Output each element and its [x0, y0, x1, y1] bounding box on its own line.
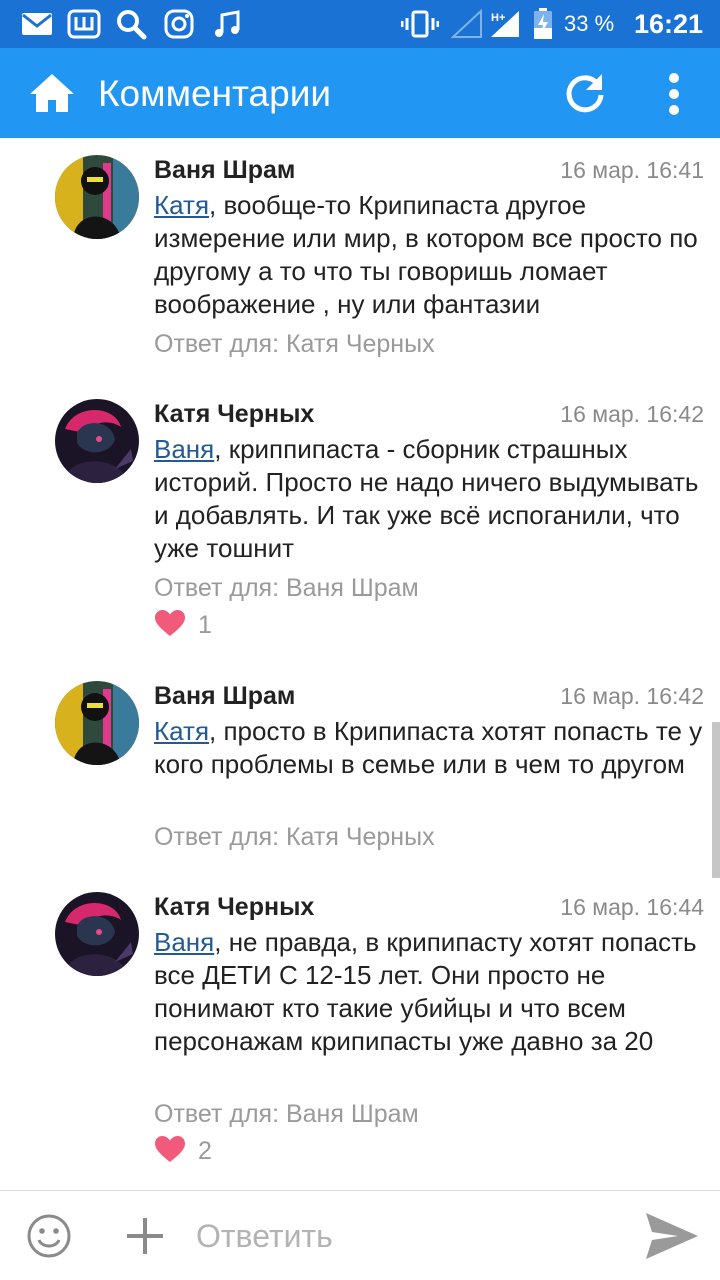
reply-input[interactable]	[196, 1211, 616, 1261]
mention-link[interactable]: Катя	[154, 190, 209, 220]
app-bar: Комментарии	[0, 48, 720, 138]
app-notification-icon	[66, 8, 102, 40]
comment-time: 16 мар. 16:42	[560, 683, 704, 709]
avatar[interactable]	[55, 681, 139, 765]
plus-icon[interactable]	[124, 1215, 166, 1257]
page-title: Комментарии	[98, 73, 332, 114]
comment-body: , не правда, в крипипасту хотят попасть …	[154, 927, 697, 1056]
comment-body: , криппипаста - сборник страшных историй…	[154, 434, 699, 563]
emoji-icon[interactable]	[26, 1213, 72, 1259]
send-icon[interactable]	[644, 1211, 700, 1261]
avatar[interactable]	[55, 155, 139, 239]
comment-text: Ваня, криппипаста - сборник страшных ист…	[154, 433, 704, 565]
reply-to-label[interactable]: Ответ для: Катя Черных	[154, 822, 435, 852]
like-button[interactable]: 2	[154, 1135, 212, 1167]
battery-icon	[532, 8, 554, 40]
comment-text: Ваня, не правда, в крипипасту хотят попа…	[154, 926, 704, 1058]
music-icon	[210, 8, 244, 40]
comment-time: 16 мар. 16:41	[560, 157, 704, 183]
comment-text: Катя, вообще-то Крипипаста другое измере…	[154, 189, 704, 321]
heart-icon	[154, 1135, 186, 1168]
more-vert-icon[interactable]	[654, 69, 694, 119]
mail-icon	[20, 8, 54, 40]
search-icon	[114, 8, 148, 40]
clock: 16:21	[634, 9, 704, 39]
refresh-icon[interactable]	[560, 69, 610, 119]
mention-link[interactable]: Ваня	[154, 434, 214, 464]
comment-text: Катя, просто в Крипипаста хотят попасть …	[154, 715, 704, 781]
comment-body: , просто в Крипипаста хотят попасть те у…	[154, 716, 703, 779]
like-count: 2	[198, 1136, 212, 1165]
vibrate-icon	[400, 8, 440, 40]
reply-to-label[interactable]: Ответ для: Ваня Шрам	[154, 573, 419, 603]
reply-to-label[interactable]: Ответ для: Ваня Шрам	[154, 1099, 419, 1129]
instagram-icon	[162, 8, 196, 40]
mention-link[interactable]: Ваня	[154, 927, 214, 957]
home-icon[interactable]	[28, 72, 76, 114]
comment-author[interactable]: Катя Черных	[154, 399, 314, 429]
comment-author[interactable]: Ваня Шрам	[154, 155, 295, 185]
signal-empty-icon	[450, 8, 484, 40]
reply-to-label[interactable]: Ответ для: Катя Черных	[154, 329, 435, 359]
avatar[interactable]	[55, 399, 139, 483]
battery-percent: 33 %	[564, 11, 615, 36]
like-button[interactable]: 1	[154, 609, 212, 641]
signal-hplus-icon: H+	[488, 8, 522, 40]
like-count: 1	[198, 610, 212, 639]
avatar[interactable]	[55, 892, 139, 976]
comment-time: 16 мар. 16:42	[560, 401, 704, 427]
comment-body: , вообще-то Крипипаста другое измерение …	[154, 190, 698, 319]
comment-author[interactable]: Катя Черных	[154, 892, 314, 922]
heart-icon	[154, 609, 186, 642]
mention-link[interactable]: Катя	[154, 716, 209, 746]
svg-text:H+: H+	[491, 12, 505, 24]
comment-author[interactable]: Ваня Шрам	[154, 681, 295, 711]
status-bar: H+ 33 % 16:21	[0, 0, 720, 48]
reply-composer	[0, 1191, 720, 1280]
scrollbar[interactable]	[712, 722, 720, 878]
comment-time: 16 мар. 16:44	[560, 894, 704, 920]
